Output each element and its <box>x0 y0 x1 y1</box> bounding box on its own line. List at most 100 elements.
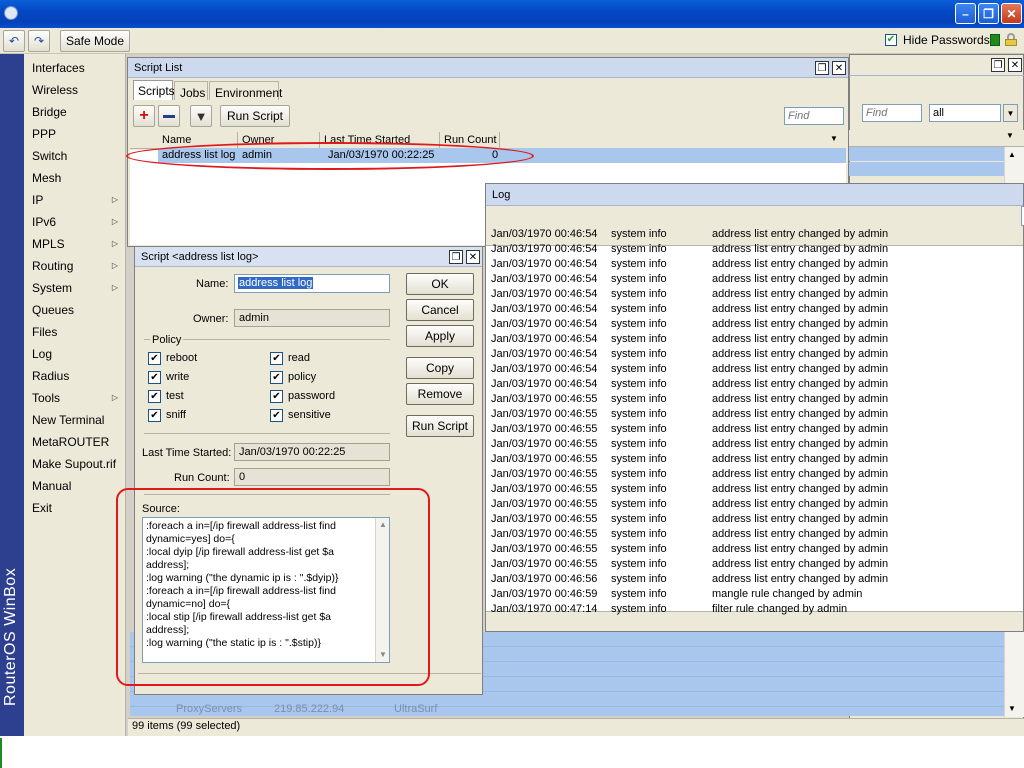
script-dialog-title[interactable]: Script <address list log> <box>135 247 482 267</box>
log-row[interactable]: Jan/03/1970 00:46:54 system info address l… <box>490 332 1024 347</box>
filter-dropdown-icon[interactable]: ▼ <box>1003 104 1018 122</box>
cancel-button[interactable]: Cancel <box>406 299 474 321</box>
sidebar-item-routing[interactable]: Routing ▷ <box>24 255 126 277</box>
restore-icon[interactable]: ❐ <box>449 250 463 264</box>
copy-button[interactable]: Copy <box>406 357 474 379</box>
log-row[interactable]: Jan/03/1970 00:46:54 system info address l… <box>490 302 1024 317</box>
policy-sniff-checkbox[interactable]: ✔ <box>148 409 161 422</box>
log-row[interactable]: Jan/03/1970 00:46:55 system info address l… <box>490 392 1024 407</box>
close-icon[interactable]: ✕ <box>466 250 480 264</box>
sidebar-item-radius[interactable]: Radius <box>24 365 126 387</box>
close-button[interactable]: ✕ <box>1001 3 1022 24</box>
policy-reboot-checkbox[interactable]: ✔ <box>148 352 161 365</box>
sidebar-item-metarouter[interactable]: MetaROUTER <box>24 431 126 453</box>
window-title-bar[interactable] <box>0 0 1024 28</box>
column-menu-icon[interactable]: ▼ <box>1006 131 1014 140</box>
tab-scripts[interactable]: Scripts <box>133 80 175 100</box>
log-row[interactable]: Jan/03/1970 00:46:54 system info address l… <box>490 377 1024 392</box>
sidebar-item-manual[interactable]: Manual <box>24 475 126 497</box>
name-field[interactable]: address list log <box>234 274 390 293</box>
address-list-filter-select[interactable] <box>929 104 1001 122</box>
column-menu-icon[interactable]: ▼ <box>830 134 838 143</box>
restore-icon[interactable]: ❐ <box>815 61 829 75</box>
log-row[interactable]: Jan/03/1970 00:46:54 system info address l… <box>490 227 1024 242</box>
remove-button[interactable] <box>158 105 180 127</box>
run-script-toolbar-button[interactable]: Run Script <box>220 105 290 127</box>
address-list-find-input[interactable] <box>862 104 922 122</box>
sidebar-item-interfaces[interactable]: Interfaces <box>24 57 126 79</box>
policy-read-checkbox[interactable]: ✔ <box>270 352 283 365</box>
sidebar-item-wireless[interactable]: Wireless <box>24 79 126 101</box>
maximize-button[interactable]: ❐ <box>978 3 999 24</box>
minimize-button[interactable]: – <box>955 3 976 24</box>
log-row[interactable]: Jan/03/1970 00:46:55 system info address l… <box>490 482 1024 497</box>
policy-password-checkbox[interactable]: ✔ <box>270 390 283 403</box>
log-row[interactable]: Jan/03/1970 00:46:54 system info address l… <box>490 347 1024 362</box>
sidebar-item-make-supout-rif[interactable]: Make Supout.rif <box>24 453 126 475</box>
log-row[interactable]: Jan/03/1970 00:46:55 system info address l… <box>490 422 1024 437</box>
filter-button[interactable]: ▼ <box>190 105 212 127</box>
sidebar-item-ip[interactable]: IP ▷ <box>24 189 126 211</box>
log-row[interactable]: Jan/03/1970 00:46:55 system info address l… <box>490 452 1024 467</box>
log-row[interactable]: Jan/03/1970 00:46:54 system info address l… <box>490 287 1024 302</box>
log-row[interactable]: Jan/03/1970 00:46:56 system info address l… <box>490 572 1024 587</box>
owner-field[interactable]: admin <box>234 309 390 327</box>
scroll-down-icon[interactable]: ▼ <box>1008 704 1016 713</box>
undo-button[interactable]: ↶ <box>3 30 25 52</box>
sidebar-item-files[interactable]: Files <box>24 321 126 343</box>
apply-button[interactable]: Apply <box>406 325 474 347</box>
log-row[interactable]: Jan/03/1970 00:46:55 system info address l… <box>490 557 1024 572</box>
policy-test-checkbox[interactable]: ✔ <box>148 390 161 403</box>
log-row[interactable]: Jan/03/1970 00:46:55 system info address l… <box>490 527 1024 542</box>
table-row[interactable] <box>849 162 1004 176</box>
close-icon[interactable]: ✕ <box>1008 58 1022 72</box>
sidebar-item-system[interactable]: System ▷ <box>24 277 126 299</box>
log-row[interactable]: Jan/03/1970 00:46:59 system info mangle ru… <box>490 587 1024 602</box>
log-row[interactable]: Jan/03/1970 00:46:55 system info address l… <box>490 467 1024 482</box>
scroll-up-icon[interactable]: ▲ <box>1008 150 1016 159</box>
last-time-started-field[interactable]: Jan/03/1970 00:22:25 <box>234 443 390 461</box>
log-row[interactable]: Jan/03/1970 00:46:55 system info address l… <box>490 437 1024 452</box>
sidebar-item-ppp[interactable]: PPP <box>24 123 126 145</box>
policy-policy-checkbox[interactable]: ✔ <box>270 371 283 384</box>
script-find-input[interactable] <box>784 107 844 125</box>
log-row[interactable]: Jan/03/1970 00:46:55 system info address l… <box>490 512 1024 527</box>
remove-script-button[interactable]: Remove <box>406 383 474 405</box>
sidebar-item-queues[interactable]: Queues <box>24 299 126 321</box>
restore-icon[interactable]: ❐ <box>991 58 1005 72</box>
sidebar-item-log[interactable]: Log <box>24 343 126 365</box>
log-row[interactable]: Jan/03/1970 00:46:54 system info address l… <box>490 317 1024 332</box>
table-row[interactable] <box>849 147 1004 161</box>
tab-environment[interactable]: Environment <box>209 81 282 100</box>
log-row[interactable]: Jan/03/1970 00:46:54 system info address l… <box>490 362 1024 377</box>
policy-sensitive-checkbox[interactable]: ✔ <box>270 409 283 422</box>
redo-button[interactable]: ↷ <box>28 30 50 52</box>
hide-passwords-checkbox[interactable]: ✔ <box>885 34 897 46</box>
log-row[interactable]: Jan/03/1970 00:47:14 system info filter ru… <box>490 602 1024 617</box>
add-button[interactable]: + <box>133 105 155 127</box>
log-row[interactable]: Jan/03/1970 00:46:54 system info address l… <box>490 257 1024 272</box>
log-row[interactable]: Jan/03/1970 00:46:54 system info address l… <box>490 242 1024 257</box>
tab-jobs[interactable]: Jobs <box>174 81 208 100</box>
close-icon[interactable]: ✕ <box>832 61 846 75</box>
sidebar-item-switch[interactable]: Switch <box>24 145 126 167</box>
sidebar-item-mpls[interactable]: MPLS ▷ <box>24 233 126 255</box>
run-script-button[interactable]: Run Script <box>406 415 474 437</box>
log-row[interactable]: Jan/03/1970 00:46:55 system info address l… <box>490 407 1024 422</box>
sidebar-item-mesh[interactable]: Mesh <box>24 167 126 189</box>
sidebar-item-new-terminal[interactable]: New Terminal <box>24 409 126 431</box>
sidebar-item-ipv6[interactable]: IPv6 ▷ <box>24 211 126 233</box>
log-title[interactable]: Log <box>486 184 1023 206</box>
log-row[interactable]: Jan/03/1970 00:46:55 system info address l… <box>490 542 1024 557</box>
submenu-arrow-icon: ▷ <box>111 283 118 292</box>
safe-mode-button[interactable]: Safe Mode <box>60 30 130 52</box>
ok-button[interactable]: OK <box>406 273 474 295</box>
sidebar-item-tools[interactable]: Tools ▷ <box>24 387 126 409</box>
sidebar-item-exit[interactable]: Exit <box>24 497 126 519</box>
log-row[interactable]: Jan/03/1970 00:46:54 system info address l… <box>490 272 1024 287</box>
policy-write-checkbox[interactable]: ✔ <box>148 371 161 384</box>
log-row[interactable]: Jan/03/1970 00:46:55 system info address l… <box>490 497 1024 512</box>
sidebar-item-bridge[interactable]: Bridge <box>24 101 126 123</box>
run-count-field[interactable]: 0 <box>234 468 390 486</box>
script-list-title[interactable]: Script List <box>128 58 848 78</box>
